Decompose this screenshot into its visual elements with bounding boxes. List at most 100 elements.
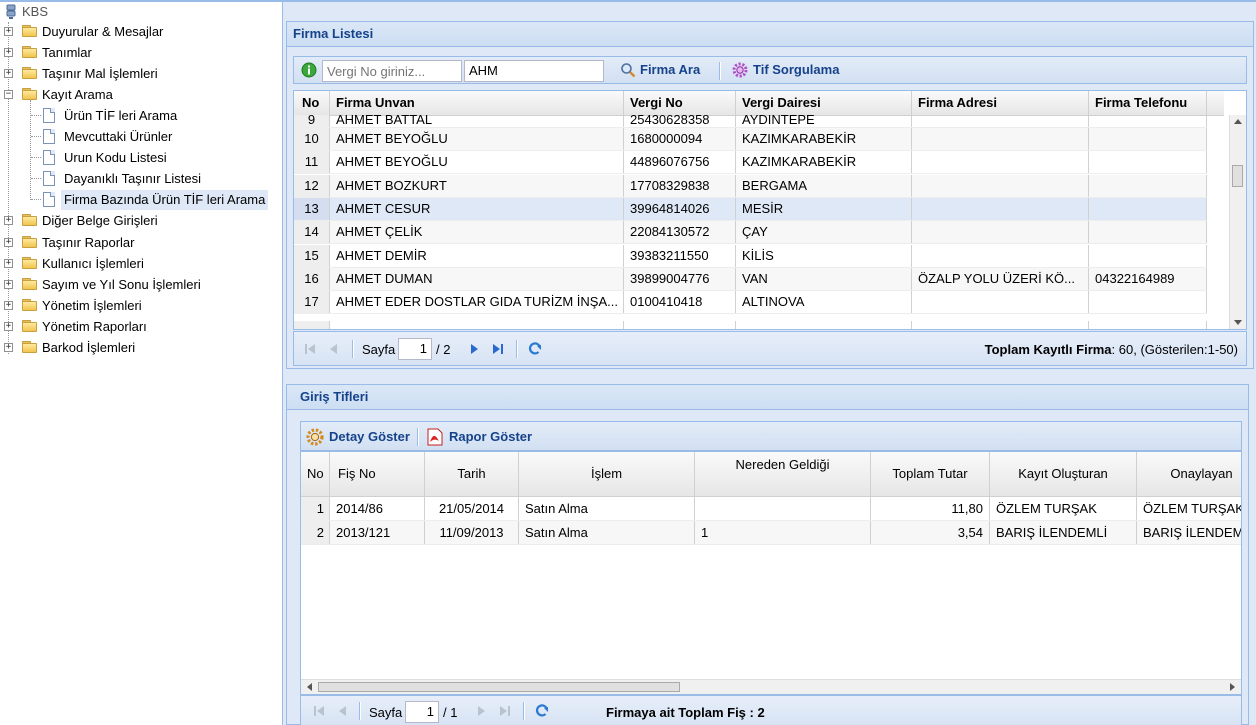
table-row[interactable]: 11 AHMET BEYOĞLU 44896076756 KAZIMKARABEKİR bbox=[294, 151, 1207, 175]
expand-icon[interactable]: + bbox=[4, 238, 13, 247]
table-cell: ALTINOVA bbox=[736, 291, 912, 314]
tree-item-label: Mevcuttaki Ürünler bbox=[64, 129, 173, 144]
col-header-no[interactable]: No bbox=[294, 91, 330, 115]
first-page-icon[interactable] bbox=[302, 341, 318, 357]
page-input[interactable]: 1 bbox=[405, 701, 439, 723]
tree-item-kullanici[interactable]: + Kullanıcı İşlemleri bbox=[0, 254, 280, 274]
tree-subitem-mevcuttaki[interactable]: Mevcuttaki Ürünler bbox=[0, 127, 280, 147]
tree-subitem-urun-tif[interactable]: Ürün TİF leri Arama bbox=[0, 106, 280, 126]
firma-panel-title: Firma Listesi bbox=[293, 26, 374, 41]
page-input[interactable]: 1 bbox=[398, 338, 432, 360]
document-icon bbox=[43, 171, 55, 186]
tree-root-label: KBS bbox=[22, 4, 49, 19]
table-cell: AHMET CESUR bbox=[330, 197, 624, 220]
table-cell: 3,54 bbox=[871, 521, 990, 544]
refresh-icon[interactable] bbox=[527, 341, 543, 357]
tree-item-kayit-arama[interactable]: − Kayıt Arama bbox=[0, 85, 280, 105]
firma-grid-scrollbar[interactable] bbox=[1229, 115, 1246, 329]
expand-icon[interactable]: + bbox=[4, 343, 13, 352]
table-cell: AHMET EDER DOSTLAR GIDA TURİZM İNŞA... bbox=[330, 291, 624, 314]
tree-item-yonetim-islemleri[interactable]: + Yönetim İşlemleri bbox=[0, 296, 280, 316]
firma-name-input[interactable]: AHM bbox=[464, 60, 604, 82]
col-header-fis-no[interactable]: Fiş No bbox=[330, 452, 425, 496]
table-cell: AHMET BOZKURT bbox=[330, 174, 624, 197]
col-header-onaylayan[interactable]: Onaylayan bbox=[1137, 452, 1241, 496]
table-row[interactable]: 2 2013/121 11/09/2013 Satın Alma 1 3,54 BARIŞ … bbox=[301, 521, 1241, 545]
table-cell: 11,80 bbox=[871, 497, 990, 520]
col-header-tarih[interactable]: Tarih bbox=[425, 452, 519, 496]
scroll-right-icon[interactable] bbox=[1230, 683, 1236, 691]
first-page-icon[interactable] bbox=[311, 703, 327, 719]
giris-panel-title: Giriş Tifleri bbox=[300, 389, 369, 404]
giris-hscrollbar[interactable] bbox=[301, 679, 1241, 694]
scroll-up-icon[interactable] bbox=[1234, 118, 1242, 124]
col-header-vergi-dairesi[interactable]: Vergi Dairesi bbox=[736, 91, 912, 115]
table-row[interactable]: 14 AHMET ÇELİK 22084130572 ÇAY bbox=[294, 221, 1207, 245]
tree-subitem-firma-bazinda[interactable]: Firma Bazında Ürün TİF leri Arama bbox=[0, 190, 280, 210]
table-cell: 9 bbox=[294, 115, 330, 127]
scroll-left-icon[interactable] bbox=[306, 683, 312, 691]
tree-item-yonetim-raporlari[interactable]: + Yönetim Raporları bbox=[0, 317, 280, 337]
next-page-icon[interactable] bbox=[473, 703, 489, 719]
cog-icon bbox=[732, 62, 748, 78]
col-header-no[interactable]: No bbox=[301, 452, 330, 496]
table-cell bbox=[1089, 291, 1207, 314]
tree-item-barkod[interactable]: + Barkod İşlemleri bbox=[0, 338, 280, 358]
expand-icon[interactable]: + bbox=[4, 27, 13, 36]
table-row[interactable]: 15 AHMET DEMİR 39383211550 KİLİS bbox=[294, 244, 1207, 268]
table-cell: 13 bbox=[294, 197, 330, 220]
table-row[interactable]: 1 2014/86 21/05/2014 Satın Alma 11,80 ÖZLEM T… bbox=[301, 497, 1241, 521]
col-header-firma-unvan[interactable]: Firma Unvan bbox=[330, 91, 624, 115]
expand-icon[interactable]: + bbox=[4, 280, 13, 289]
pdf-icon bbox=[427, 428, 443, 446]
table-row[interactable]: 13 AHMET CESUR 39964814026 MESİR bbox=[294, 197, 1207, 221]
table-cell bbox=[912, 291, 1089, 314]
expand-icon[interactable]: + bbox=[4, 69, 13, 78]
table-cell: 39964814026 bbox=[624, 197, 736, 220]
tree-item-tasinir-mal[interactable]: + Taşınır Mal İşlemleri bbox=[0, 64, 280, 84]
col-header-nereden-geldigi[interactable]: Nereden Geldiği bbox=[695, 452, 871, 496]
col-header-toplam-tutar[interactable]: Toplam Tutar bbox=[871, 452, 990, 496]
table-row[interactable]: 12 AHMET BOZKURT 17708329838 BERGAMA bbox=[294, 174, 1207, 198]
last-page-icon[interactable] bbox=[497, 703, 513, 719]
tree-subitem-dayanikli[interactable]: Dayanıklı Taşınır Listesi bbox=[0, 169, 280, 189]
folder-icon bbox=[22, 67, 38, 79]
expand-icon[interactable]: + bbox=[4, 259, 13, 268]
table-cell: KAZIMKARABEKİR bbox=[736, 151, 912, 174]
table-row[interactable]: 17 AHMET EDER DOSTLAR GIDA TURİZM İNŞA...… bbox=[294, 291, 1207, 315]
expand-icon[interactable]: + bbox=[4, 48, 13, 57]
col-header-islem[interactable]: İşlem bbox=[519, 452, 695, 496]
collapse-icon[interactable]: − bbox=[4, 90, 13, 99]
prev-page-icon[interactable] bbox=[326, 341, 342, 357]
firma-total-label: Toplam Kayıtlı Firma bbox=[984, 342, 1112, 357]
prev-page-icon[interactable] bbox=[335, 703, 351, 719]
next-page-icon[interactable] bbox=[466, 341, 482, 357]
expand-icon[interactable]: + bbox=[4, 301, 13, 310]
search-icon bbox=[621, 63, 636, 78]
scroll-thumb[interactable] bbox=[318, 682, 680, 692]
tree-item-duyurular[interactable]: + Duyurular & Mesajlar bbox=[0, 22, 280, 42]
tree-item-diger-belge[interactable]: + Diğer Belge Girişleri bbox=[0, 211, 280, 231]
tree-item-sayim[interactable]: + Sayım ve Yıl Sonu İşlemleri bbox=[0, 275, 280, 295]
table-row[interactable]: 9 AHMET BATTAL 25430628358 AYDINTEPE bbox=[294, 115, 1207, 128]
expand-icon[interactable]: + bbox=[4, 216, 13, 225]
tree-subitem-urun-kodu[interactable]: Urun Kodu Listesi bbox=[0, 148, 280, 168]
refresh-icon[interactable] bbox=[534, 703, 550, 719]
tree-item-label: Duyurular & Mesajlar bbox=[42, 24, 164, 39]
vergi-no-input[interactable] bbox=[322, 60, 462, 82]
tree-item-label: Diğer Belge Girişleri bbox=[42, 213, 158, 228]
col-header-vergi-no[interactable]: Vergi No bbox=[624, 91, 736, 115]
table-row[interactable]: 10 AHMET BEYOĞLU 1680000094 KAZIMKARABEKİR bbox=[294, 128, 1207, 151]
tree-item-tasinir-raporlar[interactable]: + Taşınır Raporlar bbox=[0, 233, 280, 253]
table-cell: 10 bbox=[294, 128, 330, 150]
col-header-firma-telefonu[interactable]: Firma Telefonu bbox=[1089, 91, 1207, 115]
tree-item-tanimlar[interactable]: + Tanımlar bbox=[0, 43, 280, 63]
last-page-icon[interactable] bbox=[490, 341, 506, 357]
table-row[interactable]: 16 AHMET DUMAN 39899004776 VAN ÖZALP YOLU ÜZ… bbox=[294, 267, 1207, 291]
expand-icon[interactable]: + bbox=[4, 322, 13, 331]
scroll-thumb[interactable] bbox=[1232, 165, 1243, 187]
col-header-firma-adresi[interactable]: Firma Adresi bbox=[912, 91, 1089, 115]
col-header-kayit-olusturan[interactable]: Kayıt Oluşturan bbox=[990, 452, 1137, 496]
scroll-down-icon[interactable] bbox=[1234, 320, 1242, 326]
table-cell: MESİR bbox=[736, 197, 912, 220]
